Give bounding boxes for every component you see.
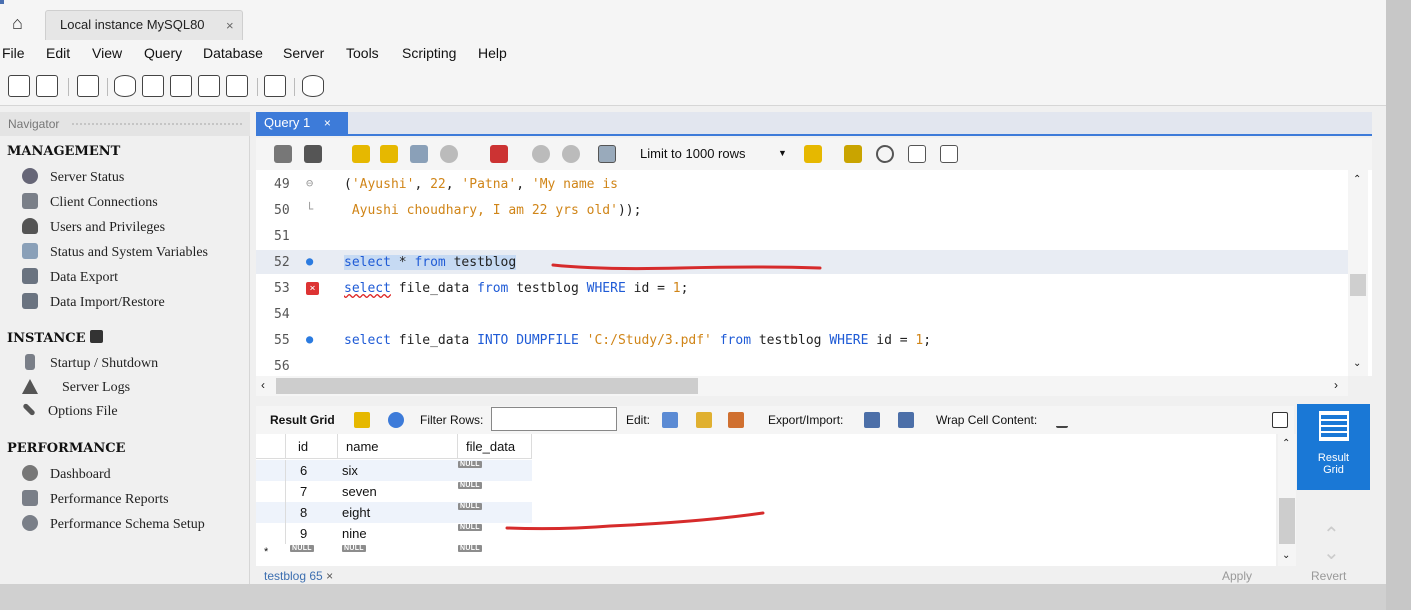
mysql-workbench-window: ⌂ Local instance MySQL80 × File Edit Vie… [0, 0, 1386, 584]
annotation-underline-result [505, 511, 765, 531]
window-edge [1386, 0, 1411, 610]
annotation-underline-query [551, 263, 822, 271]
window-edge [0, 584, 1386, 610]
annotation-layer [505, 263, 822, 531]
